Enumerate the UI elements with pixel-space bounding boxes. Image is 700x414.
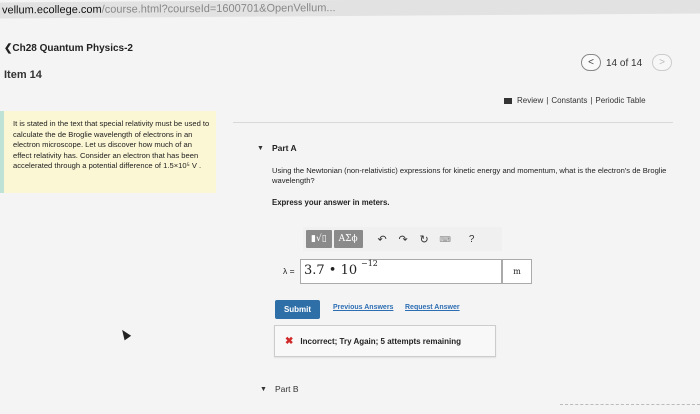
part-b-label: Part B [274, 384, 299, 394]
part-a-label: Part A [271, 143, 297, 153]
math-input-toolbar: ▮√▯ ΑΣϕ ↶ ↷ ↻ ⌨ ? [303, 227, 502, 251]
greek-symbols-button[interactable]: ΑΣϕ [333, 230, 363, 248]
book-icon [504, 97, 512, 104]
collapse-chevron-icon: ▼ [260, 385, 267, 393]
periodic-table-link[interactable]: Periodic Table [595, 96, 645, 105]
problem-context: It is stated in the text that special re… [0, 111, 216, 193]
templates-button[interactable]: ▮√▯ [306, 230, 332, 248]
part-a-question: Using the Newtonian (non-relativistic) e… [272, 166, 667, 185]
url-host: vellum.ecollege.com [2, 3, 102, 17]
incorrect-x-icon: ✖ [285, 335, 294, 347]
review-link[interactable]: Review [517, 96, 543, 105]
item-title: Item 14 [4, 69, 42, 81]
submit-button[interactable]: Submit [275, 300, 320, 319]
link-separator: | [590, 96, 593, 105]
browser-url-bar[interactable]: vellum.ecollege.com/course.html?courseId… [0, 0, 700, 19]
answer-exponent: −12 [361, 259, 378, 268]
keyboard-icon[interactable]: ⌨ [436, 235, 455, 244]
part-b-header[interactable]: ▼ Part B [260, 384, 299, 394]
next-item-button[interactable]: > [652, 54, 672, 71]
mouse-pointer-icon [118, 327, 132, 341]
link-separator: | [546, 96, 549, 105]
redo-icon[interactable]: ↷ [394, 233, 413, 246]
previous-item-button[interactable]: < [581, 54, 601, 71]
url-path: /course.html?courseId=1600701&OpenVellum… [101, 2, 336, 16]
reset-icon[interactable]: ↻ [415, 233, 434, 246]
help-icon[interactable]: ? [461, 234, 483, 245]
answer-input[interactable]: 3.7 • 10 −12 [300, 259, 502, 284]
divider [560, 404, 700, 407]
item-counter: 14 of 14 [606, 58, 643, 69]
undo-icon[interactable]: ↶ [373, 233, 392, 246]
feedback-message: ✖ Incorrect; Try Again; 5 attempts remai… [274, 325, 496, 357]
request-answer-link[interactable]: Request Answer [405, 304, 460, 311]
feedback-text: Incorrect; Try Again; 5 attempts remaini… [300, 336, 462, 346]
course-breadcrumb-link[interactable]: ❮Ch28 Quantum Physics-2 [4, 43, 133, 54]
collapse-chevron-icon: ▼ [257, 144, 264, 152]
resource-links: Review | Constants | Periodic Table [504, 96, 646, 105]
answer-instruction: Express your answer in meters. [272, 198, 390, 207]
constants-link[interactable]: Constants [551, 96, 587, 105]
unit-field: m [502, 259, 532, 284]
previous-answers-link[interactable]: Previous Answers [333, 304, 393, 311]
section-divider [233, 122, 673, 123]
part-a-header[interactable]: ▼ Part A [257, 143, 297, 153]
answer-value: 3.7 • 10 [304, 263, 358, 278]
answer-variable-label: λ = [283, 266, 295, 276]
